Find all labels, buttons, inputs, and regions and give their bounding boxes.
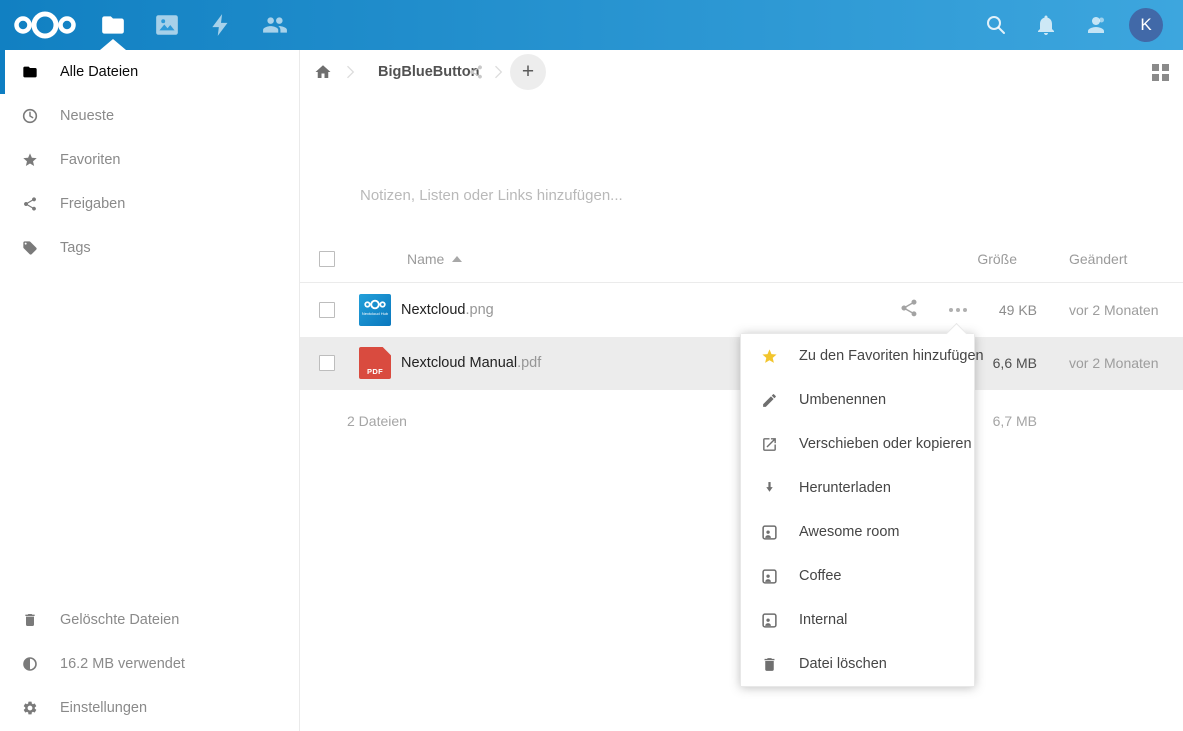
- files-app-icon[interactable]: [100, 12, 126, 38]
- top-header-bar: K: [0, 0, 1183, 50]
- file-modified: vor 2 Monaten: [1069, 337, 1159, 390]
- sidebar-item-label: Neueste: [60, 108, 114, 124]
- move-copy-icon: [761, 436, 778, 453]
- folder-icon: [22, 64, 38, 80]
- sidebar-item-label: Tags: [60, 240, 91, 256]
- column-header-modified[interactable]: Geändert: [1069, 251, 1127, 267]
- menu-item-room-awesome-room[interactable]: Awesome room: [741, 510, 974, 554]
- sidebar-item-label: 16.2 MB verwendet: [60, 656, 185, 672]
- new-file-button[interactable]: +: [510, 54, 546, 90]
- pencil-icon: [761, 392, 778, 409]
- quota-icon: [22, 656, 38, 672]
- menu-item-move-or-copy[interactable]: Verschieben oder kopieren: [741, 422, 974, 466]
- share-icon: [22, 196, 38, 212]
- menu-item-download[interactable]: Herunterladen: [741, 466, 974, 510]
- menu-item-room-internal[interactable]: Internal: [741, 598, 974, 642]
- menu-item-add-to-favorites[interactable]: Zu den Favoriten hinzufügen: [741, 334, 974, 378]
- gear-icon: [22, 700, 38, 716]
- search-icon[interactable]: [984, 13, 1008, 37]
- room-icon: [761, 612, 778, 629]
- photos-app-icon[interactable]: [154, 12, 180, 38]
- image-file-thumbnail: Nextcloud Hub: [359, 294, 391, 326]
- sidebar-item-label: Einstellungen: [60, 700, 147, 716]
- active-app-indicator: [100, 39, 126, 50]
- sidebar-item-label: Favoriten: [60, 152, 120, 168]
- file-name: Nextcloud Manual.pdf: [401, 337, 541, 390]
- sidebar-item-label: Gelöschte Dateien: [60, 612, 179, 628]
- chevron-right-icon: [340, 62, 360, 87]
- contacts-app-icon[interactable]: [262, 12, 288, 38]
- chevron-right-icon: [488, 62, 508, 87]
- column-header-size[interactable]: Größe: [917, 251, 1017, 267]
- star-icon: [761, 348, 778, 365]
- home-icon[interactable]: [314, 63, 332, 81]
- sidebar-item-tags[interactable]: Tags: [0, 226, 299, 270]
- sidebar-item-favorites[interactable]: Favoriten: [0, 138, 299, 182]
- clock-icon: [22, 108, 38, 124]
- sidebar-item-shares[interactable]: Freigaben: [0, 182, 299, 226]
- rich-workspace-input[interactable]: Notizen, Listen oder Links hinzufügen...: [360, 187, 623, 204]
- notifications-bell-icon[interactable]: [1034, 13, 1058, 37]
- thumbnail-label: Nextcloud Hub: [359, 311, 391, 316]
- sidebar-item-all-files[interactable]: Alle Dateien: [0, 50, 299, 94]
- trash-icon: [22, 612, 38, 628]
- breadcrumb-share-icon[interactable]: [468, 64, 484, 80]
- room-icon: [761, 568, 778, 585]
- file-count: 2 Dateien: [347, 390, 407, 452]
- nextcloud-logo-icon[interactable]: [13, 9, 77, 46]
- trash-icon: [761, 656, 778, 673]
- column-header-name[interactable]: Name: [407, 251, 444, 267]
- file-name: Nextcloud.png: [401, 284, 494, 337]
- app-navigation-sidebar: Alle Dateien Neueste Favoriten Freigaben…: [0, 50, 300, 731]
- sidebar-item-settings[interactable]: Einstellungen: [0, 686, 299, 730]
- user-avatar[interactable]: K: [1129, 8, 1163, 42]
- sidebar-item-label: Alle Dateien: [60, 64, 138, 80]
- file-list-header: Name Größe Geändert: [300, 235, 1183, 283]
- download-icon: [761, 480, 778, 497]
- menu-item-rename[interactable]: Umbenennen: [741, 378, 974, 422]
- room-icon: [761, 524, 778, 541]
- activity-app-icon[interactable]: [208, 12, 234, 38]
- menu-item-delete-file[interactable]: Datei löschen: [741, 642, 974, 686]
- file-modified: vor 2 Monaten: [1069, 284, 1159, 337]
- breadcrumb: BigBlueButton +: [300, 50, 1183, 94]
- file-actions-context-menu: Zu den Favoriten hinzufügen Umbenennen V…: [740, 333, 975, 687]
- sidebar-item-quota[interactable]: 16.2 MB verwendet: [0, 642, 299, 686]
- contacts-menu-icon[interactable]: [1084, 13, 1108, 37]
- menu-item-room-coffee[interactable]: Coffee: [741, 554, 974, 598]
- sidebar-item-label: Freigaben: [60, 196, 125, 212]
- select-all-checkbox[interactable]: [319, 251, 335, 267]
- sidebar-item-deleted-files[interactable]: Gelöschte Dateien: [0, 598, 299, 642]
- breadcrumb-folder[interactable]: BigBlueButton: [378, 64, 479, 80]
- sidebar-footer: Gelöschte Dateien 16.2 MB verwendet Eins…: [0, 598, 299, 730]
- row-checkbox[interactable]: [319, 355, 335, 371]
- file-row-nextcloud-png[interactable]: Nextcloud Hub Nextcloud.png 49 KB vor 2 …: [300, 284, 1183, 337]
- file-size: 49 KB: [917, 284, 1037, 337]
- pdf-file-icon: PDF: [359, 347, 391, 379]
- sort-ascending-icon: [452, 256, 462, 262]
- sidebar-item-recent[interactable]: Neueste: [0, 94, 299, 138]
- grid-view-icon[interactable]: [1152, 64, 1169, 81]
- row-checkbox[interactable]: [319, 302, 335, 318]
- tag-icon: [22, 240, 38, 256]
- star-icon: [22, 152, 38, 168]
